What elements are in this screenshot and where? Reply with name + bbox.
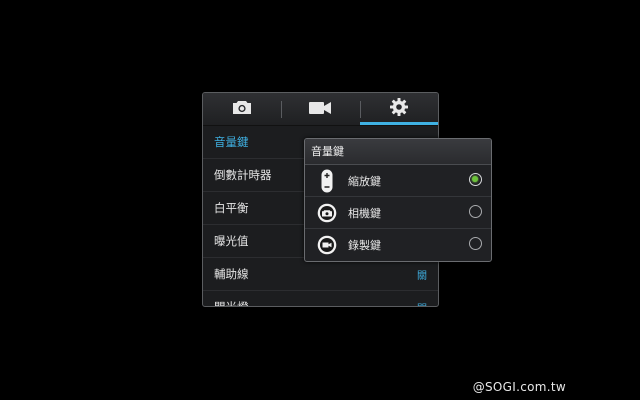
radio-button[interactable] xyxy=(469,237,482,250)
option-label: 錄製鍵 xyxy=(348,238,381,252)
setting-label: 白平衡 xyxy=(214,201,249,215)
gear-icon xyxy=(390,98,408,120)
popup-title: 音量鍵 xyxy=(305,139,491,165)
option-label: 相機鍵 xyxy=(348,206,381,220)
setting-label: 音量鍵 xyxy=(214,135,249,149)
radio-button-selected[interactable] xyxy=(469,173,482,186)
volume-key-popup: 音量鍵 縮放鍵 相機鍵 錄製鍵 xyxy=(304,138,492,262)
option-label: 縮放鍵 xyxy=(348,174,381,188)
setting-label: 曝光值 xyxy=(214,234,249,248)
camera-icon xyxy=(232,99,252,119)
setting-label: 閃光燈 xyxy=(214,300,249,307)
video-camera-icon xyxy=(309,100,331,119)
zoom-key-icon xyxy=(316,169,338,192)
option-camera-key[interactable]: 相機鍵 xyxy=(305,197,491,229)
tab-camera[interactable] xyxy=(203,93,281,125)
tab-settings[interactable] xyxy=(360,93,438,125)
setting-label: 倒數計時器 xyxy=(214,168,272,182)
setting-guidelines[interactable]: 輔助線 關 xyxy=(203,258,438,291)
option-record-key[interactable]: 錄製鍵 xyxy=(305,229,491,260)
setting-value: 關 xyxy=(417,270,427,282)
setting-value: 關 xyxy=(417,300,427,307)
record-key-icon xyxy=(316,234,338,256)
option-zoom-key[interactable]: 縮放鍵 xyxy=(305,165,491,197)
watermark: @SOGI.com.tw xyxy=(472,380,566,394)
tab-video[interactable] xyxy=(281,93,359,125)
camera-key-icon xyxy=(316,202,338,224)
setting-label: 輔助線 xyxy=(214,267,249,281)
setting-flash[interactable]: 閃光燈 關 xyxy=(203,291,438,307)
radio-button[interactable] xyxy=(469,205,482,218)
mode-tabs xyxy=(203,93,438,126)
